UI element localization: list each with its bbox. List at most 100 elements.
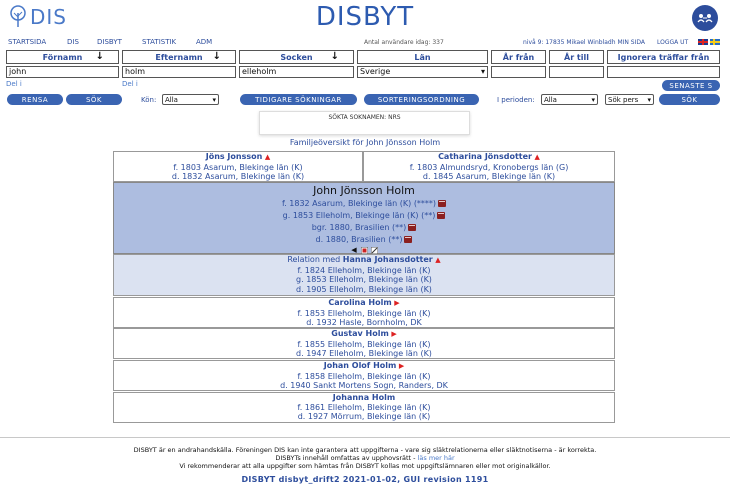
nav-startsida[interactable]: STARTSIDA (8, 38, 46, 46)
father-name[interactable]: Jöns Jonsson (206, 152, 263, 161)
mother-name[interactable]: Catharina Jönsdotter (438, 152, 532, 161)
user-circle-icon[interactable] (692, 5, 718, 31)
footer-divider (0, 437, 730, 438)
sok-pers-select-value: Sök pers (608, 95, 639, 104)
col-header-ar-fran[interactable]: År från (491, 50, 546, 64)
uk-flag-icon[interactable] (698, 39, 708, 45)
col-header-label: Förnamn (42, 52, 83, 62)
main-person-died: d. 1880, Brasilien (**) (315, 235, 403, 244)
book-icon[interactable] (404, 236, 413, 243)
col-header-efternamn[interactable]: Efternamn ↓ (122, 50, 236, 64)
book-icon[interactable] (408, 224, 417, 231)
mother-born: f. 1803 Almundsryd, Kronobergs län (G) (409, 162, 569, 172)
senaste-button[interactable]: SENASTE S (662, 80, 720, 91)
kon-select-value: Alla (165, 95, 178, 104)
tree-view-icon[interactable] (360, 247, 368, 254)
ignorera-input[interactable] (607, 66, 720, 78)
sorteringsordning-button[interactable]: SORTERINGSORDNING (364, 94, 479, 105)
triangle-left-icon[interactable]: ◀ (351, 247, 358, 254)
user-count-stat: Antal användare idag: 337 (364, 39, 444, 46)
triangle-right-icon[interactable]: ▶ (391, 330, 396, 338)
del-i-efternamn[interactable]: Del i (122, 80, 138, 88)
triangle-up-icon[interactable]: ▲ (265, 153, 270, 161)
nav-disbyt[interactable]: DISBYT (97, 38, 122, 46)
child-card[interactable]: Carolina Holm ▶ f. 1853 Elleholm, Blekin… (113, 297, 615, 328)
col-header-label: Ignorera träffar från (617, 52, 710, 62)
arrow-down-icon: ↓ (330, 51, 339, 62)
kon-label: Kön: (141, 96, 157, 104)
arrow-down-icon: ↓ (95, 51, 104, 62)
child-name[interactable]: Johanna Holm (333, 393, 395, 402)
sweden-flag-icon[interactable] (710, 39, 720, 45)
ar-fran-input[interactable] (491, 66, 546, 78)
main-person-name: John Jönsson Holm (313, 184, 415, 197)
father-died: d. 1832 Asarum, Blekinge län (K) (171, 172, 305, 181)
child-name[interactable]: Carolina Holm (328, 298, 391, 307)
search-info-box: SÖKTA SOKNAMEN: NRS (259, 111, 470, 135)
nav-statistik[interactable]: STATISTIK (142, 38, 176, 46)
col-header-fornamn[interactable]: Förnamn ↓ (6, 50, 119, 64)
child-died: d. 1940 Sankt Mortens Sogn, Randers, DK (280, 381, 448, 390)
col-header-ar-till[interactable]: År till (549, 50, 604, 64)
mother-died: d. 1845 Asarum, Blekinge län (K) (422, 172, 556, 181)
main-person-born: f. 1832 Asarum, Blekinge län (K) (****) (281, 199, 437, 208)
main-person-controls: ◀ (114, 247, 614, 254)
sok-pers-select[interactable]: Sök pers ▾ (605, 94, 654, 105)
child-name[interactable]: Gustav Holm (331, 329, 389, 338)
nav-adm[interactable]: ADM (196, 38, 212, 46)
ar-till-input[interactable] (549, 66, 604, 78)
chevron-down-icon: ▾ (647, 95, 651, 104)
perioden-select-value: Alla (544, 95, 557, 104)
kon-select[interactable]: Alla ▾ (162, 94, 219, 105)
sok-pers-button[interactable]: SÖK (659, 94, 720, 105)
search-info-text: SÖKTA SOKNAMEN: NRS (328, 114, 401, 121)
mother-card[interactable]: Catharina Jönsdotter ▲ f. 1803 Almundsry… (363, 151, 615, 182)
triangle-right-icon[interactable]: ▶ (394, 299, 399, 307)
family-overview-title: Familjeöversikt för John Jönsson Holm (289, 138, 441, 147)
efternamn-input[interactable]: holm (122, 66, 236, 78)
child-card[interactable]: Johanna Holm f. 1861 Elleholm, Blekinge … (113, 392, 615, 423)
nav-dis[interactable]: DIS (67, 38, 79, 46)
user-info-link[interactable]: nivå 9: 17835 Mikael Winbladh MIN SIDA (523, 39, 645, 46)
sok-button[interactable]: SÖK (66, 94, 122, 105)
relation-born: f. 1824 Elleholm, Blekinge län (K) (297, 265, 431, 275)
triangle-up-icon[interactable]: ▲ (535, 153, 540, 161)
arrow-down-icon: ↓ (212, 51, 221, 62)
chevron-down-icon: ▾ (212, 95, 216, 104)
footer-disclaimer: DISBYT är en andrahandskälla. Föreningen… (133, 446, 597, 454)
footer-copyright-text: DISBYTs innehåll omfattas av upphovsrätt… (275, 454, 418, 462)
col-header-lan[interactable]: Län (357, 50, 488, 64)
tidigare-sokningar-button[interactable]: TIDIGARE SÖKNINGAR (240, 94, 357, 105)
triangle-up-icon[interactable]: ▲ (435, 256, 440, 264)
fornamn-input[interactable]: john (6, 66, 119, 78)
perioden-select[interactable]: Alla ▾ (541, 94, 598, 105)
relation-died: d. 1905 Elleholm, Blekinge län (K) (296, 284, 432, 294)
child-died: d. 1927 Mörrum, Blekinge län (K) (297, 412, 431, 421)
book-icon[interactable] (437, 212, 446, 219)
col-header-label: Socken (280, 52, 313, 62)
child-born: f. 1861 Elleholm, Blekinge län (K) (297, 402, 431, 412)
footer-revision: DISBYT disbyt_drift2 2021-01-02, GUI rev… (241, 475, 489, 484)
triangle-right-icon[interactable]: ▶ (399, 362, 404, 370)
relation-married: g. 1853 Elleholm, Blekinge län (K) (296, 275, 432, 284)
child-born: f. 1858 Elleholm, Blekinge län (K) (297, 371, 431, 381)
edit-icon[interactable] (370, 247, 378, 254)
child-card[interactable]: Johan Olof Holm ▶ f. 1858 Elleholm, Blek… (113, 360, 615, 391)
child-name[interactable]: Johan Olof Holm (324, 361, 397, 370)
child-born: f. 1855 Elleholm, Blekinge län (K) (297, 339, 431, 349)
lan-select[interactable]: Sverige ▾ (357, 66, 488, 78)
socken-input[interactable]: elleholm (239, 66, 354, 78)
rensa-button[interactable]: RENSA (7, 94, 63, 105)
lan-select-value: Sverige (360, 67, 391, 76)
del-i-fornamn[interactable]: Del i (6, 80, 22, 88)
col-header-label: Efternamn (155, 52, 203, 62)
relation-card[interactable]: Relation med Hanna Johansdotter ▲ f. 182… (113, 254, 615, 296)
father-card[interactable]: Jöns Jonsson ▲ f. 1803 Asarum, Blekinge … (113, 151, 363, 182)
col-header-socken[interactable]: Socken ↓ (239, 50, 354, 64)
footer-copyright-link[interactable]: läs mer här (418, 454, 455, 462)
child-card[interactable]: Gustav Holm ▶ f. 1855 Elleholm, Blekinge… (113, 328, 615, 359)
col-header-ignorera[interactable]: Ignorera träffar från (607, 50, 720, 64)
relation-name[interactable]: Hanna Johansdotter (343, 255, 433, 264)
logout-link[interactable]: LOGGA UT (657, 39, 688, 46)
book-icon[interactable] (438, 200, 447, 207)
